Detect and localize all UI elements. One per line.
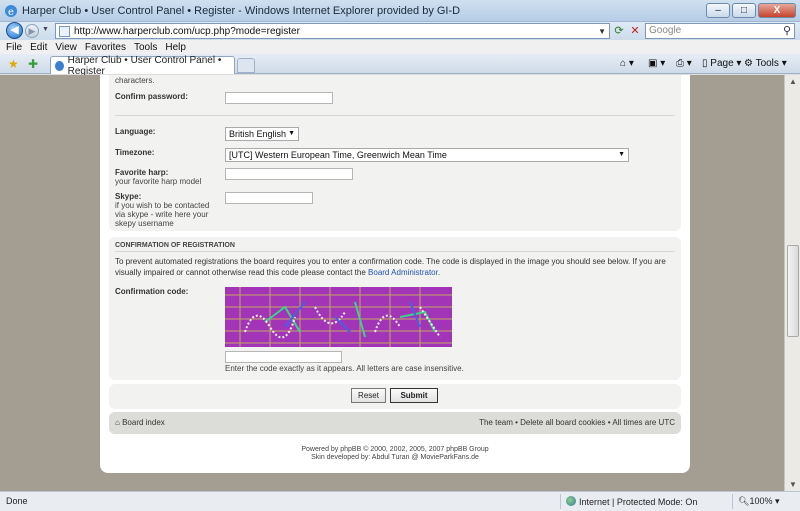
forward-button[interactable]: ▶ (25, 24, 39, 38)
tab-ie-icon (55, 60, 64, 71)
confirmation-panel: CONFIRMATION OF REGISTRATION To prevent … (109, 237, 681, 380)
zoom-level[interactable]: 🔍︎100% ▾ (738, 496, 780, 507)
window-title: Harper Club • User Control Panel • Regis… (22, 4, 461, 17)
globe-icon (566, 496, 576, 506)
menu-edit[interactable]: Edit (30, 42, 47, 53)
search-input[interactable]: Google ⚲ (645, 23, 795, 39)
tab-harper-club[interactable]: Harper Club • User Control Panel • Regis… (50, 54, 235, 77)
page-menu[interactable]: ▯ Page ▾ (702, 58, 741, 69)
vertical-scrollbar[interactable]: ▲ ▼ (784, 75, 800, 491)
confirm-password-label: Confirm password: (115, 92, 188, 101)
skype-description: if you wish to be contacted via skype - … (115, 201, 210, 228)
skype-label: Skype: (115, 192, 142, 201)
address-toolbar: ◀ ▶ ▼ http://www.harperclub.com/ucp.php?… (0, 22, 800, 40)
skype-input[interactable] (225, 192, 313, 204)
new-tab-button[interactable] (237, 58, 255, 73)
divider (115, 251, 675, 252)
url-text[interactable]: http://www.harperclub.com/ucp.php?mode=r… (74, 26, 598, 37)
status-bar: Done Internet | Protected Mode: On 🔍︎100… (0, 491, 800, 511)
close-button[interactable]: X (758, 3, 796, 18)
chevron-down-icon: ▼ (618, 151, 625, 158)
reset-button[interactable]: Reset (351, 388, 386, 403)
menu-help[interactable]: Help (165, 42, 186, 53)
minimize-button[interactable]: – (706, 3, 730, 18)
confirmation-text: To prevent automated registrations the b… (115, 257, 666, 277)
confirmation-code-input[interactable] (225, 351, 342, 363)
back-button[interactable]: ◀ (6, 22, 23, 39)
address-field[interactable]: http://www.harperclub.com/ucp.php?mode=r… (55, 23, 610, 39)
page-icon (59, 25, 70, 37)
submit-button[interactable]: Submit (390, 388, 438, 403)
home-icon: ⌂ (115, 418, 120, 427)
divider (115, 115, 675, 116)
security-zone[interactable]: Internet | Protected Mode: On (566, 496, 697, 507)
board-index-link[interactable]: ⌂ Board index (115, 418, 165, 427)
search-placeholder: Google (649, 25, 682, 36)
board-administrator-link[interactable]: Board Administrator (368, 268, 438, 277)
menu-view[interactable]: View (55, 42, 77, 53)
add-favorites-icon[interactable]: ✚ (28, 57, 38, 71)
language-label: Language: (115, 127, 156, 136)
menu-bar: File Edit View Favorites Tools Help (0, 40, 800, 54)
footer-links[interactable]: The team • Delete all board cookies • Al… (479, 418, 675, 427)
tab-label: Harper Club • User Control Panel • Regis… (67, 54, 222, 77)
page-viewport: characters. Confirm password: Language: … (0, 75, 784, 491)
divider (560, 494, 561, 509)
menu-favorites[interactable]: Favorites (85, 42, 126, 53)
confirm-password-input[interactable] (225, 92, 333, 104)
feeds-icon[interactable]: ▣ ▾ (648, 58, 665, 69)
maximize-button[interactable]: □ (732, 3, 756, 18)
menu-tools[interactable]: Tools (134, 42, 157, 53)
svg-text:e: e (8, 7, 14, 18)
menu-file[interactable]: File (6, 42, 22, 53)
ie-logo-icon: e (5, 4, 17, 18)
address-dropdown-icon[interactable]: ▼ (598, 27, 606, 36)
status-text: Done (6, 496, 28, 506)
confirmation-title: CONFIRMATION OF REGISTRATION (115, 242, 235, 249)
favorite-harp-label: Favorite harp: (115, 168, 169, 177)
scroll-up-icon[interactable]: ▲ (789, 77, 797, 86)
print-icon[interactable]: ⎙ ▾ (676, 58, 692, 69)
favorite-harp-input[interactable] (225, 168, 353, 180)
timezone-select[interactable]: [UTC] Western European Time, Greenwich M… (225, 148, 629, 162)
confirmation-hint: Enter the code exactly as it appears. Al… (225, 364, 464, 373)
scrollbar-thumb[interactable] (787, 245, 799, 337)
tab-bar: ★ ✚ Harper Club • User Control Panel • R… (0, 54, 800, 77)
chevron-down-icon: ▼ (288, 130, 295, 137)
stop-icon[interactable]: ✕ (628, 24, 642, 38)
home-icon[interactable]: ⌂ ▾ (620, 58, 634, 69)
button-panel: Reset Submit (109, 384, 681, 409)
search-icon[interactable]: ⚲ (783, 24, 791, 38)
skin-credit: Skin developed by: Abdul Turan @ MoviePa… (311, 454, 479, 461)
forum-page: characters. Confirm password: Language: … (100, 75, 690, 473)
divider (732, 494, 733, 509)
footer-nav: ⌂ Board index The team • Delete all boar… (109, 412, 681, 434)
scroll-down-icon[interactable]: ▼ (789, 480, 797, 489)
tools-menu[interactable]: ⚙ Tools ▾ (744, 58, 787, 69)
registration-panel: characters. Confirm password: Language: … (109, 75, 681, 231)
language-select[interactable]: British English ▼ (225, 127, 299, 141)
title-bar: e Harper Club • User Control Panel • Reg… (0, 0, 800, 22)
timezone-label: Timezone: (115, 148, 155, 157)
favorites-star-icon[interactable]: ★ (8, 57, 19, 71)
favorite-harp-description: your favorite harp model (115, 177, 202, 186)
confirmation-code-label: Confirmation code: (115, 287, 189, 296)
refresh-icon[interactable]: ⟳ (612, 24, 626, 38)
history-dropdown-icon[interactable]: ▼ (42, 26, 49, 33)
captcha-image (225, 287, 452, 347)
characters-note: characters. (115, 76, 155, 85)
